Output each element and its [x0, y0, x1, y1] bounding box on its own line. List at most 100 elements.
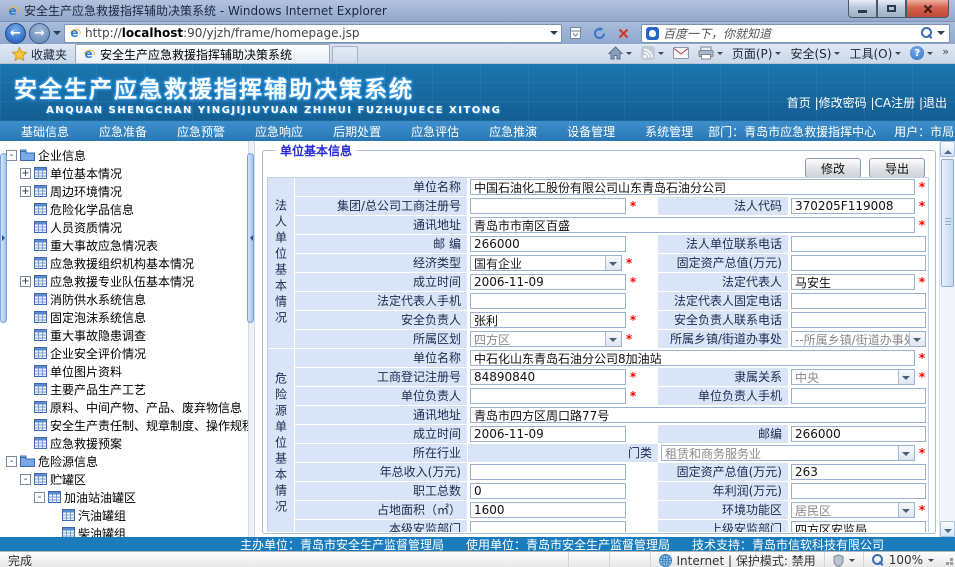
nav-item-2[interactable]: 应急预警: [162, 123, 240, 140]
form-input[interactable]: [791, 426, 926, 442]
tree-item[interactable]: +周边环境情况: [4, 182, 248, 200]
forward-button[interactable]: →: [29, 23, 50, 44]
form-input[interactable]: [791, 236, 926, 252]
tree-toggle-minus[interactable]: -: [6, 150, 17, 161]
form-input[interactable]: [470, 179, 915, 195]
content-scrollbar[interactable]: [939, 141, 955, 537]
nav-item-0[interactable]: 基础信息: [6, 123, 84, 140]
form-input[interactable]: [470, 407, 926, 423]
form-input[interactable]: [470, 426, 626, 442]
menu-dropdown-arrow[interactable]: [775, 52, 781, 58]
tree-item[interactable]: -企业信息: [4, 146, 248, 164]
form-select[interactable]: 四方区: [470, 331, 622, 347]
zoom-dropdown-arrow[interactable]: [928, 559, 934, 565]
header-link-1[interactable]: 修改密码: [819, 96, 867, 110]
form-select[interactable]: --所属乡镇/街道办事处--: [791, 331, 926, 347]
form-input[interactable]: [791, 388, 926, 404]
tree-item[interactable]: 主要产品生产工艺: [4, 380, 248, 398]
menu-button-0[interactable]: 页面(P): [732, 45, 782, 62]
tree-item[interactable]: 消防供水系统信息: [4, 290, 248, 308]
nav-item-4[interactable]: 后期处置: [318, 123, 396, 140]
tree-item[interactable]: -加油站油罐区: [4, 488, 248, 506]
form-input[interactable]: [470, 502, 626, 518]
tree-toggle-minus[interactable]: -: [6, 456, 17, 467]
tree-item[interactable]: 应急救援预案: [4, 434, 248, 452]
menu-button-1[interactable]: 安全(S): [790, 45, 840, 62]
tree-item[interactable]: 危险化学品信息: [4, 200, 248, 218]
address-dropdown-arrow[interactable]: [550, 31, 558, 39]
form-input[interactable]: [470, 198, 626, 214]
header-link-0[interactable]: 首页: [787, 96, 811, 110]
tree-item[interactable]: 人员资质情况: [4, 218, 248, 236]
tree-toggle-plus[interactable]: +: [20, 276, 31, 287]
form-input[interactable]: [470, 236, 626, 252]
search-box[interactable]: 百度一下，你就知道: [641, 24, 950, 43]
scroll-down-button[interactable]: [940, 521, 955, 537]
read-mail-button[interactable]: [673, 47, 689, 59]
compatibility-view-button[interactable]: [565, 23, 586, 43]
form-input[interactable]: [470, 464, 626, 480]
tree-toggle-plus[interactable]: +: [20, 168, 31, 179]
restore-button[interactable]: [877, 0, 906, 18]
form-select[interactable]: 国有企业: [470, 255, 622, 271]
form-input[interactable]: [791, 464, 926, 480]
nav-item-6[interactable]: 应急推演: [474, 123, 552, 140]
nav-item-7[interactable]: 设备管理: [552, 123, 630, 140]
security-dropdown-arrow[interactable]: [849, 559, 855, 565]
print-button[interactable]: [698, 46, 723, 60]
form-input[interactable]: [470, 369, 626, 385]
tree-item[interactable]: +应急救援专业队伍基本情况: [4, 272, 248, 290]
tab-active[interactable]: e 安全生产应急救援指挥辅助决策系统: [75, 44, 330, 63]
favorites-button[interactable]: 收藏夹: [4, 45, 75, 63]
form-input[interactable]: [791, 198, 915, 214]
nav-item-8[interactable]: 系统管理: [630, 123, 708, 140]
header-link-3[interactable]: 退出: [923, 96, 947, 110]
tree-item[interactable]: 重大事故隐患调查: [4, 326, 248, 344]
export-button[interactable]: 导出: [869, 158, 925, 178]
left-collapse-handle[interactable]: [0, 153, 7, 323]
tree-item[interactable]: +单位基本情况: [4, 164, 248, 182]
menu-button-2[interactable]: 工具(O): [849, 45, 901, 62]
form-input[interactable]: [470, 293, 626, 309]
search-input[interactable]: 百度一下，你就知道: [663, 25, 917, 42]
menu-dropdown-arrow[interactable]: [834, 52, 840, 58]
tree-item[interactable]: 安全生产责任制、规章制度、操作规程信息: [4, 416, 248, 434]
address-bar[interactable]: e http://localhost:90/yjzh/frame/homepag…: [64, 24, 562, 43]
form-input[interactable]: [791, 483, 926, 499]
sidebar-collapse-handle[interactable]: [247, 153, 254, 323]
scroll-up-button[interactable]: [940, 141, 955, 157]
help-button[interactable]: ?: [910, 46, 933, 60]
home-button[interactable]: [608, 46, 632, 60]
form-input[interactable]: [470, 217, 915, 233]
address-url[interactable]: http://localhost:90/yjzh/frame/homepage.…: [85, 26, 546, 40]
search-icon[interactable]: [921, 27, 933, 39]
tree-toggle-minus[interactable]: -: [34, 492, 45, 503]
form-input[interactable]: [470, 483, 626, 499]
tree-toggle-minus[interactable]: -: [20, 474, 31, 485]
scrollbar-thumb[interactable]: [941, 159, 954, 287]
tree-item[interactable]: 固定泡沫系统信息: [4, 308, 248, 326]
feeds-button[interactable]: [641, 46, 664, 60]
form-input[interactable]: [791, 293, 926, 309]
tree-item[interactable]: 企业安全评价情况: [4, 344, 248, 362]
resize-grip[interactable]: [942, 554, 954, 566]
new-tab-button[interactable]: [332, 46, 358, 63]
form-input[interactable]: [791, 255, 926, 271]
menu-dropdown-arrow[interactable]: [895, 52, 901, 58]
form-select[interactable]: 居民区: [791, 502, 915, 518]
home-dropdown-arrow[interactable]: [626, 52, 632, 58]
form-input[interactable]: [791, 274, 915, 290]
print-dropdown-arrow[interactable]: [717, 52, 723, 58]
search-dropdown-arrow[interactable]: [937, 31, 945, 39]
header-link-2[interactable]: CA注册: [875, 96, 916, 110]
form-input[interactable]: [470, 274, 626, 290]
tree-toggle-plus[interactable]: +: [20, 186, 31, 197]
tree-item[interactable]: -贮罐区: [4, 470, 248, 488]
tree-item[interactable]: -危险源信息: [4, 452, 248, 470]
history-dropdown-arrow[interactable]: [53, 31, 61, 39]
form-input[interactable]: [791, 521, 926, 532]
form-input[interactable]: [470, 350, 915, 366]
form-input[interactable]: [470, 521, 626, 532]
modify-button[interactable]: 修改: [805, 158, 861, 178]
help-dropdown-arrow[interactable]: [927, 52, 933, 58]
